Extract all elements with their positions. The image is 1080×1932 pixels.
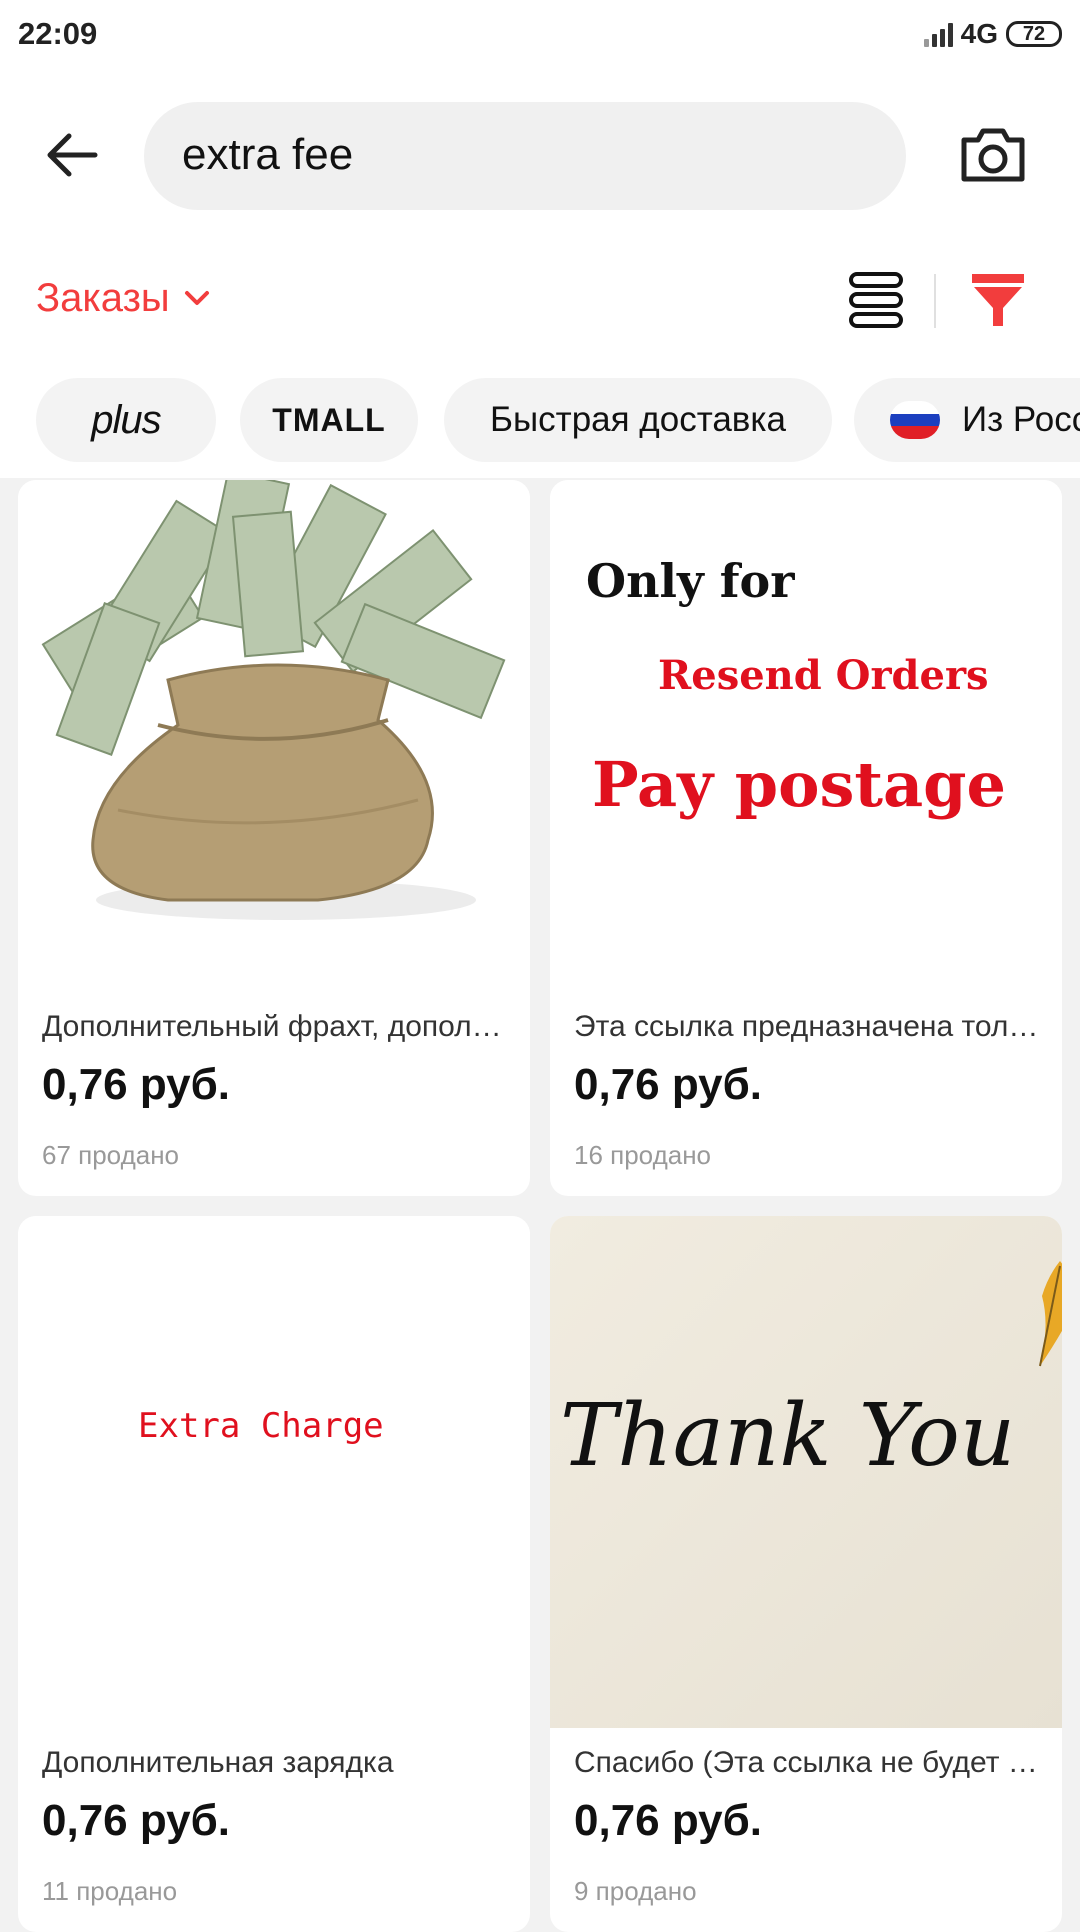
chip-tmall-label: TMALL: [272, 401, 386, 438]
network-type: 4G: [960, 18, 998, 49]
sort-filter-row: Заказы: [0, 262, 1080, 342]
battery-icon: 72: [1006, 21, 1062, 47]
image-text-thank-you: Thank You: [560, 1386, 1016, 1486]
status-time: 22:09: [18, 16, 98, 51]
product-sold-count: 11 продано: [42, 1876, 178, 1906]
chip-from-russia-label: Из России: [962, 400, 1080, 439]
product-title: Дополнительная зарядка: [42, 1746, 394, 1779]
header-area: 22:09 4G 72 extra fee Заказы plus TMALL …: [0, 0, 1080, 478]
product-sold-count: 16 продано: [574, 1140, 712, 1170]
product-title: Эта ссылка предназначена только для: [574, 1010, 1044, 1043]
status-bar: 22:09 4G 72: [0, 0, 1080, 72]
product-image-money-bag: [18, 480, 530, 992]
product-title: Дополнительный фрахт, дополнительная пла…: [42, 1010, 512, 1043]
product-card[interactable]: Only for Resend Orders Pay postage Эта с…: [550, 480, 1062, 1196]
chip-tmall[interactable]: TMALL: [240, 378, 418, 462]
list-view-icon: [849, 272, 903, 328]
chip-plus[interactable]: plus: [36, 378, 216, 462]
product-sold-count: 9 продано: [574, 1876, 697, 1906]
camera-icon: [961, 128, 1025, 182]
image-text-pay-postage: Pay postage: [592, 748, 1006, 821]
product-card[interactable]: Extra Charge Дополнительная зарядка 0,76…: [18, 1216, 530, 1932]
chevron-down-icon: [184, 290, 209, 305]
camera-search-button[interactable]: [958, 124, 1028, 186]
image-text-extra-charge: Extra Charge: [138, 1406, 384, 1446]
product-card[interactable]: Thank You Спасибо (Эта ссылка не будет о…: [550, 1216, 1062, 1932]
image-text-resend-orders: Resend Orders: [658, 652, 989, 699]
product-image-pay-postage: Only for Resend Orders Pay postage: [550, 480, 1062, 992]
chip-fast-delivery[interactable]: Быстрая доставка: [444, 378, 832, 462]
filter-button[interactable]: [968, 270, 1028, 330]
chip-fast-delivery-label: Быстрая доставка: [490, 400, 786, 439]
filter-icon: [972, 274, 1024, 326]
product-price: 0,76 руб.: [574, 1796, 763, 1845]
sort-label: Заказы: [36, 276, 170, 320]
chip-plus-label: plus: [91, 397, 161, 442]
chip-from-russia[interactable]: Из России: [854, 378, 1080, 462]
feather-quill-icon: [1039, 1261, 1062, 1367]
signal-icon: [923, 21, 953, 47]
filter-chips: plus TMALL Быстрая доставка Из России: [36, 378, 1080, 462]
back-arrow-icon: [47, 133, 98, 177]
product-price: 0,76 руб.: [42, 1796, 231, 1845]
image-text-only-for: Only for: [586, 554, 795, 608]
product-price: 0,76 руб.: [574, 1060, 763, 1109]
product-image-extra-charge: Extra Charge: [18, 1216, 530, 1728]
list-view-toggle[interactable]: [848, 270, 904, 330]
status-indicators: 4G 72: [923, 18, 1062, 50]
product-title: Спасибо (Эта ссылка не будет отправлена): [574, 1746, 1044, 1779]
product-sold-count: 67 продано: [42, 1140, 180, 1170]
product-price: 0,76 руб.: [42, 1060, 231, 1109]
search-query: extra fee: [182, 130, 354, 179]
search-input[interactable]: extra fee: [144, 102, 906, 210]
battery-level: 72: [1022, 22, 1046, 45]
back-button[interactable]: [38, 122, 104, 188]
product-card[interactable]: Дополнительный фрахт, дополнительная пла…: [18, 480, 530, 1196]
toolbar-divider: [934, 274, 936, 328]
russia-flag-icon: [890, 401, 940, 439]
sort-dropdown[interactable]: Заказы: [36, 276, 210, 321]
product-image-thank-you: Thank You: [550, 1216, 1062, 1728]
search-bar: extra fee: [0, 100, 1080, 214]
